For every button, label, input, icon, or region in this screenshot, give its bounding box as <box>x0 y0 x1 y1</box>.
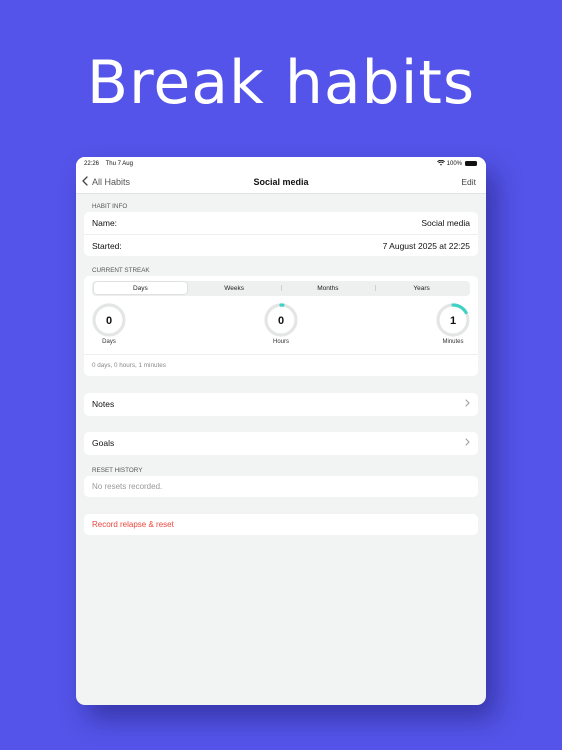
notes-row[interactable]: Notes <box>84 392 478 416</box>
chevron-left-icon <box>82 175 88 188</box>
navigation-bar: All Habits Social media Edit <box>76 170 486 194</box>
page-title: Social media <box>253 176 309 187</box>
minutes-gauge-ring: 1 <box>436 302 470 337</box>
days-gauge-ring: 0 <box>92 302 126 337</box>
back-button-label: All Habits <box>92 176 131 187</box>
reset-history-card: No resets recorded. <box>84 475 478 497</box>
current-streak-card: Days Weeks Months Years 0 Days 0 Hours 1… <box>84 276 478 376</box>
record-relapse-button[interactable]: Record relapse & reset <box>84 513 478 535</box>
battery-percent: 100% <box>446 160 462 167</box>
tab-months[interactable]: Months <box>281 282 375 294</box>
minutes-gauge: 1 Minutes <box>434 302 472 350</box>
streak-gauges: 0 Days 0 Hours 1 Minutes <box>84 302 478 350</box>
name-row: Name: Social media <box>84 212 478 234</box>
hours-gauge-label: Hours <box>272 338 289 345</box>
name-label: Name: <box>92 218 118 228</box>
tab-days[interactable]: Days <box>93 282 188 294</box>
goals-row[interactable]: Goals <box>84 431 478 455</box>
days-gauge-value: 0 <box>106 315 112 327</box>
goals-label: Goals <box>92 438 115 448</box>
no-resets-text: No resets recorded. <box>92 481 163 491</box>
record-relapse-label: Record relapse & reset <box>92 519 174 529</box>
status-date: Thu 7 Aug <box>105 160 133 167</box>
edit-button[interactable]: Edit <box>461 177 476 187</box>
status-bar: 22:26 Thu 7 Aug 100% <box>76 157 486 170</box>
chevron-right-icon <box>465 438 470 449</box>
content: HABIT INFO Name: Social media Started: 7… <box>76 201 486 535</box>
device-screen: 22:26 Thu 7 Aug 100% All Habits Social m… <box>76 157 486 705</box>
headline: Break habits <box>86 48 476 118</box>
wifi-icon <box>436 159 445 168</box>
current-streak-header: CURRENT STREAK <box>92 267 150 274</box>
hours-gauge-ring: 0 <box>264 302 298 337</box>
hours-gauge-value: 0 <box>278 315 284 327</box>
reset-history-header: RESET HISTORY <box>92 466 143 474</box>
notes-label: Notes <box>92 399 115 409</box>
habit-info-card: Name: Social media Started: 7 August 202… <box>84 212 478 256</box>
tab-weeks[interactable]: Weeks <box>187 282 281 294</box>
hours-gauge: 0 Hours <box>262 302 300 350</box>
back-button[interactable]: All Habits <box>82 175 130 188</box>
started-value: 7 August 2025 at 22:25 <box>382 240 470 251</box>
tab-years[interactable]: Years <box>374 282 469 294</box>
status-time: 22:26 <box>84 160 100 167</box>
streak-unit-segmented-control: Days Weeks Months Years <box>92 280 470 296</box>
started-row: Started: 7 August 2025 at 22:25 <box>84 234 478 256</box>
name-value: Social media <box>421 218 470 228</box>
started-label: Started: <box>92 240 122 251</box>
chevron-right-icon <box>465 399 470 410</box>
battery-icon <box>465 161 477 166</box>
minutes-gauge-label: Minutes <box>442 338 464 345</box>
days-gauge: 0 Days <box>90 302 128 350</box>
habit-info-header: HABIT INFO <box>92 203 128 210</box>
minutes-gauge-value: 1 <box>450 315 456 327</box>
streak-summary: 0 days, 0 hours, 1 minutes <box>84 353 478 376</box>
days-gauge-label: Days <box>102 338 116 345</box>
